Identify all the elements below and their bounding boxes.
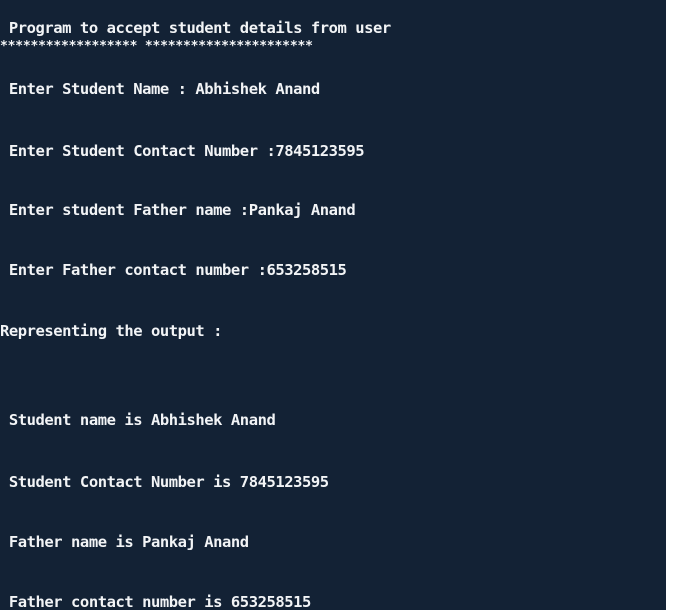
console-line-father-name-output: Father name is Pankaj Anand <box>0 533 249 551</box>
console-output[interactable]: Program to accept student details from u… <box>0 0 666 610</box>
console-line-separator: ****************** *********************… <box>0 39 313 54</box>
console-line-output-heading: Representing the output : <box>0 322 223 340</box>
console-line-student-contact-input: Enter Student Contact Number :7845123595 <box>0 142 365 160</box>
console-line-father-contact-input: Enter Father contact number :653258515 <box>0 261 347 279</box>
console-line-father-contact-output: Father contact number is 653258515 <box>0 593 311 610</box>
console-line-father-name-input: Enter student Father name :Pankaj Anand <box>0 201 356 219</box>
console-line-student-name-input: Enter Student Name : Abhishek Anand <box>0 80 320 98</box>
console-line-header: Program to accept student details from u… <box>0 19 391 37</box>
console-line-student-name-output: Student name is Abhishek Anand <box>0 411 276 429</box>
console-line-student-contact-output: Student Contact Number is 7845123595 <box>0 473 329 491</box>
